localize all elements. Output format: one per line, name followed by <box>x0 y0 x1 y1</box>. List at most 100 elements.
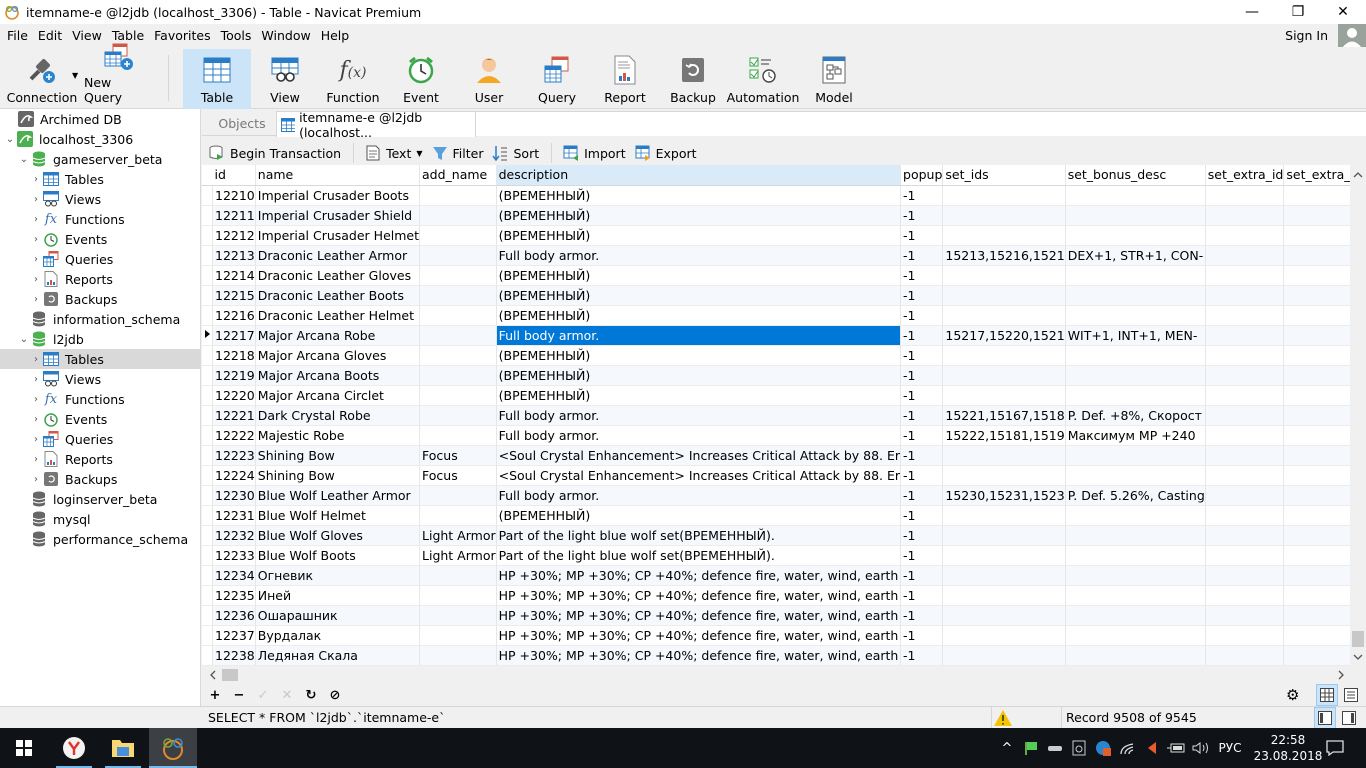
cell-add-name[interactable] <box>419 345 497 366</box>
tree-information-schema[interactable]: information_schema <box>0 309 200 329</box>
column-header-name[interactable]: name <box>255 165 421 186</box>
cell-set-extra-id[interactable] <box>1205 385 1285 406</box>
table-row[interactable]: 12231 Blue Wolf Helmet (ВРЕМЕННЫЙ) -1 <box>202 505 1350 526</box>
cell-set-extra-desc[interactable] <box>1283 625 1350 646</box>
tray-media-icon[interactable] <box>1142 728 1160 768</box>
row-header[interactable] <box>202 245 213 266</box>
cell-set-extra-id[interactable] <box>1205 585 1285 606</box>
cell-set-bonus-desc[interactable] <box>1065 385 1206 406</box>
table-row[interactable]: 12213 Draconic Leather Armor Full body arm… <box>202 245 1350 266</box>
table-row[interactable]: 12218 Major Arcana Gloves (ВРЕМЕННЫЙ) -1 <box>202 345 1350 366</box>
tab-objects[interactable]: Objects <box>208 111 276 136</box>
tree-l2jdb-backups[interactable]: › Backups <box>0 469 200 489</box>
cell-id[interactable]: 12211 <box>212 205 256 226</box>
cell-set-extra-desc[interactable] <box>1283 285 1350 306</box>
connection-button[interactable]: Connection <box>4 49 80 109</box>
cell-set-extra-desc[interactable] <box>1283 645 1350 666</box>
cell-popup[interactable]: -1 <box>900 325 944 346</box>
cell-description[interactable]: (ВРЕМЕННЫЙ) <box>496 505 902 526</box>
cell-set-bonus-desc[interactable] <box>1065 545 1206 566</box>
cell-id[interactable]: 12231 <box>212 505 256 526</box>
chevron-right-icon[interactable]: › <box>30 194 42 205</box>
view-button[interactable]: View <box>251 49 319 109</box>
cell-id[interactable]: 12230 <box>212 485 256 506</box>
cell-set-bonus-desc[interactable] <box>1065 565 1206 586</box>
chevron-right-icon[interactable]: › <box>30 374 42 385</box>
cell-popup[interactable]: -1 <box>900 565 944 586</box>
chevron-right-icon[interactable]: › <box>30 254 42 265</box>
cell-add-name[interactable]: Light Armor <box>419 545 497 566</box>
row-header[interactable] <box>202 565 213 586</box>
row-header[interactable] <box>202 505 213 526</box>
cell-name[interactable]: Draconic Leather Gloves <box>255 265 421 286</box>
cell-set-ids[interactable]: 15221,15167,1518 <box>942 405 1066 426</box>
cell-popup[interactable]: -1 <box>900 605 944 626</box>
table-button[interactable]: Table <box>183 49 251 109</box>
cell-set-extra-desc[interactable] <box>1283 225 1350 246</box>
cell-popup[interactable]: -1 <box>900 365 944 386</box>
column-header-set-extra-desc[interactable]: set_extra_desc <box>1283 165 1350 186</box>
cell-set-extra-id[interactable] <box>1205 545 1285 566</box>
chevron-right-icon[interactable]: › <box>30 394 42 405</box>
row-header[interactable] <box>202 645 213 666</box>
cell-set-ids[interactable]: 15230,15231,1523 <box>942 485 1066 506</box>
menu-window[interactable]: Window <box>256 28 315 43</box>
cell-set-ids[interactable] <box>942 365 1066 386</box>
tree-gameserver-functions[interactable]: › fx Functions <box>0 209 200 229</box>
action-center-button[interactable] <box>1320 728 1350 768</box>
cell-add-name[interactable] <box>419 185 497 206</box>
table-row[interactable]: 12220 Major Arcana Circlet (ВРЕМЕННЫЙ) -1 <box>202 385 1350 406</box>
cell-id[interactable]: 12219 <box>212 365 256 386</box>
scroll-right-icon[interactable] <box>1334 666 1348 684</box>
cell-add-name[interactable] <box>419 565 497 586</box>
taskbar-navicat[interactable] <box>149 728 197 768</box>
cell-set-bonus-desc[interactable]: Максимум MP +240 <box>1065 425 1206 446</box>
cell-id[interactable]: 12216 <box>212 305 256 326</box>
cell-set-extra-id[interactable] <box>1205 225 1285 246</box>
chevron-down-icon[interactable]: ⌄ <box>18 154 30 165</box>
row-header[interactable] <box>202 585 213 606</box>
tray-device-icon[interactable] <box>1070 728 1088 768</box>
volume-icon[interactable] <box>1190 728 1212 768</box>
tree-l2jdb[interactable]: ⌄ l2jdb <box>0 329 200 349</box>
cell-set-extra-id[interactable] <box>1205 485 1285 506</box>
table-row[interactable]: 12212 Imperial Crusader Helmet (ВРЕМЕННЫЙ)… <box>202 225 1350 246</box>
cell-description[interactable]: HP +30%; MP +30%; CP +40%; defence fire,… <box>496 605 902 626</box>
form-view-button[interactable] <box>1340 684 1362 706</box>
cell-set-extra-desc[interactable] <box>1283 185 1350 206</box>
cell-id[interactable]: 12238 <box>212 645 256 666</box>
cell-set-extra-desc[interactable] <box>1283 545 1350 566</box>
cell-name[interactable]: Blue Wolf Helmet <box>255 505 421 526</box>
cell-name[interactable]: Imperial Crusader Boots <box>255 185 421 206</box>
tree-mysql[interactable]: mysql <box>0 509 200 529</box>
cell-name[interactable]: Вурдалак <box>255 625 421 646</box>
row-header[interactable] <box>202 445 213 466</box>
cell-popup[interactable]: -1 <box>900 285 944 306</box>
cell-description[interactable]: HP +30%; MP +30%; CP +40%; defence fire,… <box>496 585 902 606</box>
battery-icon[interactable] <box>1166 728 1186 768</box>
horizontal-scrollbar[interactable] <box>202 666 1350 684</box>
cell-name[interactable]: Majestic Robe <box>255 425 421 446</box>
cell-description[interactable]: (ВРЕМЕННЫЙ) <box>496 365 902 386</box>
filter-button[interactable]: Filter <box>431 144 483 162</box>
cell-add-name[interactable]: Light Armor <box>419 525 497 546</box>
wifi-icon[interactable] <box>1118 728 1136 768</box>
sort-button[interactable]: Sort <box>491 144 539 162</box>
chevron-right-icon[interactable]: › <box>30 274 42 285</box>
cell-set-extra-desc[interactable] <box>1283 265 1350 286</box>
row-header[interactable] <box>202 625 213 646</box>
grid-view-button[interactable] <box>1316 684 1338 706</box>
user-button[interactable]: User <box>455 49 523 109</box>
table-row[interactable]: 12210 Imperial Crusader Boots (ВРЕМЕННЫЙ) -… <box>202 185 1350 206</box>
cell-popup[interactable]: -1 <box>900 405 944 426</box>
cell-add-name[interactable] <box>419 605 497 626</box>
row-header[interactable] <box>202 345 213 366</box>
cell-name[interactable]: Blue Wolf Gloves <box>255 525 421 546</box>
cell-set-ids[interactable] <box>942 305 1066 326</box>
cell-set-extra-desc[interactable] <box>1283 305 1350 326</box>
cell-add-name[interactable] <box>419 245 497 266</box>
cell-set-bonus-desc[interactable] <box>1065 585 1206 606</box>
cell-description[interactable]: HP +30%; MP +30%; CP +40%; defence fire,… <box>496 565 902 586</box>
menu-edit[interactable]: Edit <box>33 28 67 43</box>
cell-add-name[interactable] <box>419 265 497 286</box>
